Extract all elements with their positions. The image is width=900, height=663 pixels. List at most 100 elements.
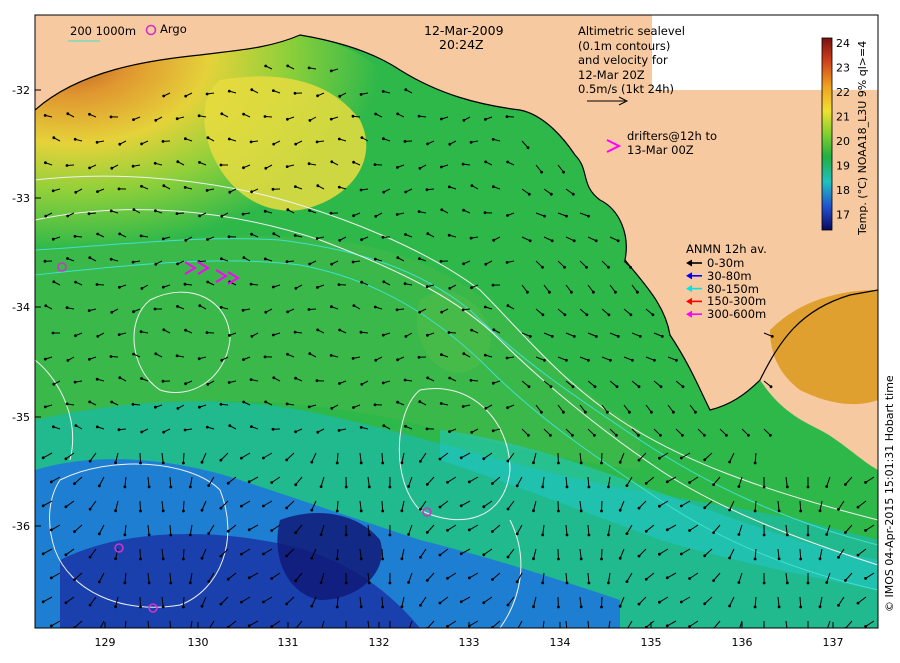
velocity-arrowhead	[389, 534, 392, 537]
velocity-arrowhead	[703, 434, 706, 437]
velocity-arrowhead	[118, 333, 121, 336]
velocity-arrowhead	[88, 401, 91, 404]
velocity-arrowhead	[426, 579, 429, 582]
velocity-arrowhead	[176, 263, 179, 266]
velocity-arrow	[140, 597, 141, 607]
velocity-arrowhead	[807, 582, 810, 585]
velocity-arrowhead	[728, 557, 731, 560]
velocity-arrowhead	[543, 215, 546, 218]
velocity-arrowhead	[440, 260, 443, 263]
velocity-arrowhead	[404, 140, 407, 143]
velocity-arrowhead	[74, 334, 77, 337]
velocity-arrowhead	[44, 304, 47, 307]
argo-legend-label: Argo	[160, 22, 187, 36]
velocity-arrowhead	[754, 462, 757, 465]
velocity-arrowhead	[184, 186, 187, 189]
velocity-arrowhead	[110, 401, 113, 404]
velocity-arrowhead	[242, 358, 245, 361]
velocity-arrowhead	[614, 291, 617, 294]
velocity-arrowhead	[294, 92, 297, 95]
velocity-arrowhead	[382, 236, 385, 239]
velocity-arrowhead	[294, 531, 297, 534]
velocity-arrowhead	[308, 209, 311, 212]
velocity-arrowhead	[680, 553, 683, 556]
velocity-arrowhead	[114, 557, 117, 560]
velocity-arrowhead	[262, 457, 265, 460]
velocity-arrowhead	[666, 624, 669, 627]
velocity-arrowhead	[184, 95, 187, 98]
velocity-arrowhead	[440, 208, 443, 211]
velocity-arrowhead	[162, 510, 165, 513]
velocity-arrowhead	[286, 353, 289, 356]
velocity-arrowhead	[50, 625, 53, 628]
velocity-arrowhead	[542, 313, 545, 316]
velocity-arrowhead	[154, 308, 157, 311]
velocity-arrowhead	[44, 358, 47, 361]
velocity-arrowhead	[626, 484, 629, 487]
velocity-arrowhead	[566, 534, 569, 537]
velocity-arrowhead	[636, 291, 639, 294]
velocity-arrowhead	[440, 118, 443, 121]
velocity-arrowhead	[316, 379, 319, 382]
velocity-arrowhead	[140, 143, 143, 146]
velocity-arrowhead	[580, 510, 583, 513]
velocity-arrowhead	[650, 411, 653, 414]
velocity-arrowhead	[169, 534, 172, 537]
velocity-arrowhead	[426, 531, 429, 534]
velocity-arrowhead	[330, 354, 333, 357]
velocity-arrowhead	[338, 283, 341, 286]
velocity-arrowhead	[139, 462, 142, 465]
velocity-arrowhead	[360, 331, 363, 334]
velocity-arrowhead	[294, 377, 297, 380]
velocity-arrowhead	[294, 234, 297, 237]
velocity-arrowhead	[507, 460, 510, 463]
velocity-arrowhead	[448, 143, 451, 146]
velocity-arrowhead	[426, 377, 429, 380]
velocity-arrowhead	[198, 406, 201, 409]
velocity-arrowhead	[132, 118, 135, 121]
velocity-arrowhead	[96, 141, 99, 144]
velocity-arrowhead	[73, 482, 76, 485]
velocity-arrow	[183, 453, 184, 463]
velocity-arrowhead	[96, 426, 99, 429]
velocity-arrowhead	[419, 556, 422, 559]
velocity-arrowhead	[154, 352, 157, 355]
velocity-arrowhead	[345, 630, 348, 633]
velocity-arrowhead	[295, 287, 298, 290]
velocity-arrowhead	[206, 189, 209, 192]
velocity-arrowhead	[557, 606, 560, 609]
velocity-arrowhead	[308, 67, 311, 70]
velocity-arrowhead	[264, 65, 267, 68]
colorbar-tick-label: 17	[836, 209, 850, 222]
velocity-arrowhead	[712, 579, 715, 582]
velocity-arrowhead	[96, 335, 99, 338]
velocity-arrowhead	[286, 403, 289, 406]
velocity-arrowhead	[74, 138, 77, 141]
velocity-arrowhead	[308, 352, 311, 355]
velocity-arrowhead	[507, 508, 510, 511]
velocity-arrowhead	[75, 424, 78, 427]
velocity-arrowhead	[448, 287, 451, 290]
velocity-arrowhead	[140, 185, 143, 188]
velocity-arrow	[183, 597, 184, 607]
velocity-arrowhead	[470, 286, 473, 289]
velocity-arrowhead	[573, 335, 576, 338]
velocity-arrowhead	[439, 506, 442, 509]
velocity-arrowhead	[864, 529, 867, 532]
velocity-arrowhead	[248, 480, 251, 483]
velocity-arrowhead	[124, 534, 127, 537]
velocity-arrowhead	[482, 553, 485, 556]
velocity-arrowhead	[96, 190, 99, 193]
colorbar-tick-label: 18	[836, 184, 850, 197]
velocity-arrowhead	[154, 162, 157, 165]
velocity-arrowhead	[182, 558, 185, 561]
velocity-arrowhead	[139, 510, 142, 513]
velocity-arrowhead	[262, 553, 265, 556]
velocity-arrowhead	[345, 582, 348, 585]
velocity-arrowhead	[316, 329, 319, 332]
velocity-arrowhead	[89, 508, 92, 511]
velocity-arrowhead	[389, 486, 392, 489]
velocity-arrowhead	[382, 424, 385, 427]
velocity-arrowhead	[712, 483, 715, 486]
velocity-arrowhead	[407, 485, 410, 488]
